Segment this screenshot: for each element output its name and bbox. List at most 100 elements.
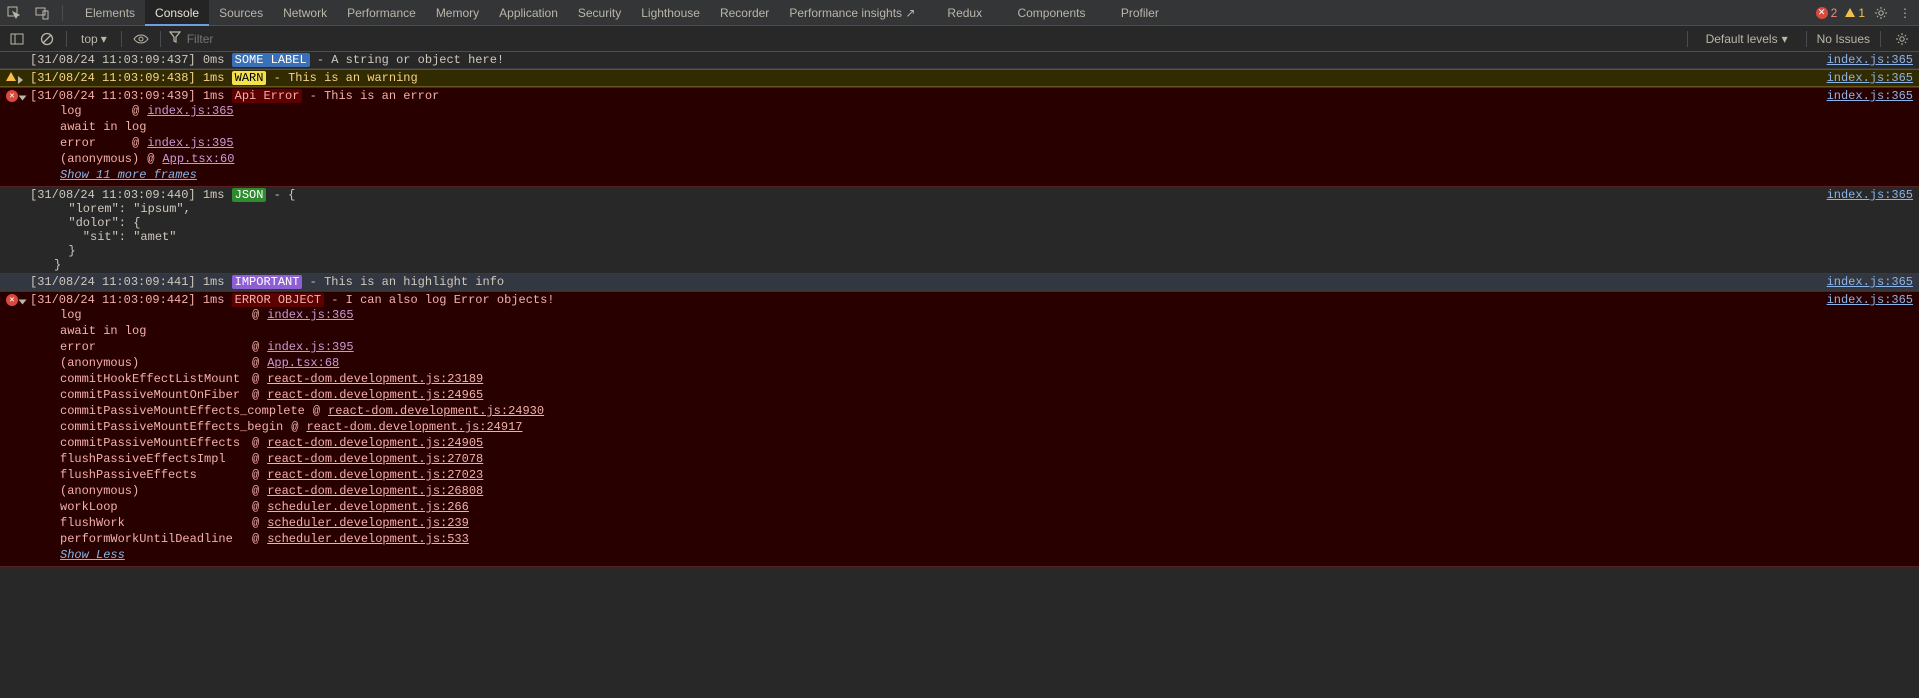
inspect-icon[interactable]: [6, 5, 22, 21]
stack-frame: commitPassiveMountEffects_complete@ reac…: [60, 403, 1809, 419]
console-row[interactable]: [31/08/24 11:03:09:438] 1ms WARN - This …: [0, 69, 1919, 87]
stack-frame: log@ index.js:365: [60, 103, 1809, 119]
error-icon: ✕: [6, 294, 18, 306]
tab-console[interactable]: Console: [145, 0, 209, 26]
stack-frame: (anonymous)@ App.tsx:68: [60, 355, 1809, 371]
source-link[interactable]: index.js:365: [1815, 293, 1913, 307]
stack-frame: error@ index.js:395: [60, 339, 1809, 355]
show-frames-link[interactable]: Show 11 more frames: [60, 167, 197, 183]
live-expression-icon[interactable]: [130, 28, 152, 50]
filter-icon: [169, 31, 181, 46]
console-settings-icon[interactable]: [1891, 28, 1913, 50]
stack-link[interactable]: index.js:365: [267, 307, 353, 323]
duration: 1ms: [203, 71, 232, 85]
filter-input[interactable]: [187, 32, 487, 46]
stack-fn: commitPassiveMountEffects_begin: [60, 419, 283, 435]
stack-link[interactable]: react-dom.development.js:24905: [267, 435, 483, 451]
stack-link[interactable]: scheduler.development.js:533: [267, 531, 469, 547]
warn-count-badge[interactable]: 1: [1845, 6, 1865, 20]
tab-performance[interactable]: Performance: [337, 0, 426, 26]
device-toolbar-icon[interactable]: [34, 5, 50, 21]
console-row[interactable]: [31/08/24 11:03:09:441] 1ms IMPORTANT - …: [0, 274, 1919, 291]
stack-frame: log@ index.js:365: [60, 307, 1809, 323]
stack-link[interactable]: react-dom.development.js:23189: [267, 371, 483, 387]
source-link[interactable]: index.js:365: [1815, 188, 1913, 202]
stack-link[interactable]: App.tsx:68: [267, 355, 339, 371]
tab-label: Components: [1017, 6, 1085, 20]
duration: 1ms: [203, 89, 232, 103]
stack-frame: flushWork@ scheduler.development.js:239: [60, 515, 1809, 531]
tab-label: Profiler: [1121, 6, 1159, 20]
clear-console-icon[interactable]: [36, 28, 58, 50]
console-row[interactable]: [31/08/24 11:03:09:437] 0ms SOME LABEL -…: [0, 52, 1919, 69]
stack-fn: commitPassiveMountOnFiber: [60, 387, 244, 403]
stack-frame: await in log: [60, 323, 1809, 339]
timestamp: [31/08/24 11:03:09:441]: [30, 275, 203, 289]
sidebar-toggle-icon[interactable]: [6, 28, 28, 50]
tab-sources[interactable]: Sources: [209, 0, 273, 26]
stack-link[interactable]: index.js:395: [147, 135, 233, 151]
console-body[interactable]: [31/08/24 11:03:09:437] 0ms SOME LABEL -…: [0, 52, 1919, 698]
stack-frame: (anonymous)@ App.tsx:60: [60, 151, 1809, 167]
tab-components[interactable]: Components: [1004, 0, 1095, 26]
stack-fn: (anonymous): [60, 151, 139, 167]
stack-link[interactable]: scheduler.development.js:239: [267, 515, 469, 531]
stack-frame: await in log: [60, 119, 1809, 135]
devtools-tabstrip: ElementsConsoleSourcesNetworkPerformance…: [0, 0, 1919, 26]
stack-fn: log: [60, 307, 244, 323]
json-body: "lorem": "ipsum", "dolor": { "sit": "ame…: [28, 202, 1815, 272]
stack-link[interactable]: react-dom.development.js:27023: [267, 467, 483, 483]
stack-link[interactable]: scheduler.development.js:266: [267, 499, 469, 515]
stack-link[interactable]: index.js:395: [267, 339, 353, 355]
duration: 1ms: [203, 293, 232, 307]
error-count-badge[interactable]: ✕2: [1816, 6, 1838, 20]
log-badge: Api Error: [232, 89, 303, 103]
tab-network[interactable]: Network: [273, 0, 337, 26]
source-link[interactable]: index.js:365: [1815, 53, 1913, 67]
stack-link[interactable]: react-dom.development.js:24917: [306, 419, 522, 435]
timestamp: [31/08/24 11:03:09:437]: [30, 53, 203, 67]
tab-elements[interactable]: Elements: [75, 0, 145, 26]
chevron-down-icon: ▾: [101, 32, 107, 46]
tab-security[interactable]: Security: [568, 0, 631, 26]
stack-fn: log: [60, 103, 124, 119]
stack-fn: await in log: [60, 323, 244, 339]
console-row[interactable]: ✕[31/08/24 11:03:09:442] 1ms ERROR OBJEC…: [0, 291, 1919, 567]
expander-icon[interactable]: [19, 300, 27, 305]
tab-lighthouse[interactable]: Lighthouse: [631, 0, 710, 26]
stack-frame: commitPassiveMountEffects_begin@ react-d…: [60, 419, 1809, 435]
stack-link[interactable]: react-dom.development.js:27078: [267, 451, 483, 467]
gear-icon[interactable]: [1873, 5, 1889, 21]
more-icon[interactable]: ⋮: [1897, 5, 1913, 21]
context-selector[interactable]: top ▾: [75, 30, 113, 48]
tab-redux[interactable]: Redux: [937, 0, 992, 26]
source-link[interactable]: index.js:365: [1815, 275, 1913, 289]
stack-link[interactable]: App.tsx:60: [162, 151, 234, 167]
stack-fn: commitHookEffectListMount: [60, 371, 244, 387]
stack-link[interactable]: react-dom.development.js:24930: [328, 403, 544, 419]
log-levels-selector[interactable]: Default levels ▾: [1698, 30, 1796, 48]
stack-link[interactable]: react-dom.development.js:24965: [267, 387, 483, 403]
source-link[interactable]: index.js:365: [1815, 89, 1913, 103]
tab-recorder[interactable]: Recorder: [710, 0, 779, 26]
console-row[interactable]: ✕[31/08/24 11:03:09:439] 1ms Api Error -…: [0, 87, 1919, 187]
issues-button[interactable]: No Issues: [1817, 32, 1870, 46]
stack-frame: (anonymous)@ react-dom.development.js:26…: [60, 483, 1809, 499]
tab-memory[interactable]: Memory: [426, 0, 489, 26]
expander-icon[interactable]: [19, 96, 27, 101]
show-frames-link[interactable]: Show Less: [60, 547, 125, 563]
console-row[interactable]: [31/08/24 11:03:09:440] 1ms JSON - { "lo…: [0, 187, 1919, 274]
stack-link[interactable]: react-dom.development.js:26808: [267, 483, 483, 499]
expander-icon[interactable]: [18, 76, 23, 84]
source-link[interactable]: index.js:365: [1815, 71, 1913, 85]
tab-application[interactable]: Application: [489, 0, 568, 26]
levels-label: Default levels: [1706, 32, 1778, 46]
tab-profiler[interactable]: Profiler: [1108, 0, 1169, 26]
stack-link[interactable]: index.js:365: [147, 103, 233, 119]
tab-performance-insights[interactable]: Performance insights ↗: [779, 0, 925, 26]
divider: [1880, 31, 1881, 47]
divider: [66, 31, 67, 47]
stack-fn: (anonymous): [60, 483, 244, 499]
timestamp: [31/08/24 11:03:09:440]: [30, 188, 203, 202]
stack-fn: error: [60, 339, 244, 355]
